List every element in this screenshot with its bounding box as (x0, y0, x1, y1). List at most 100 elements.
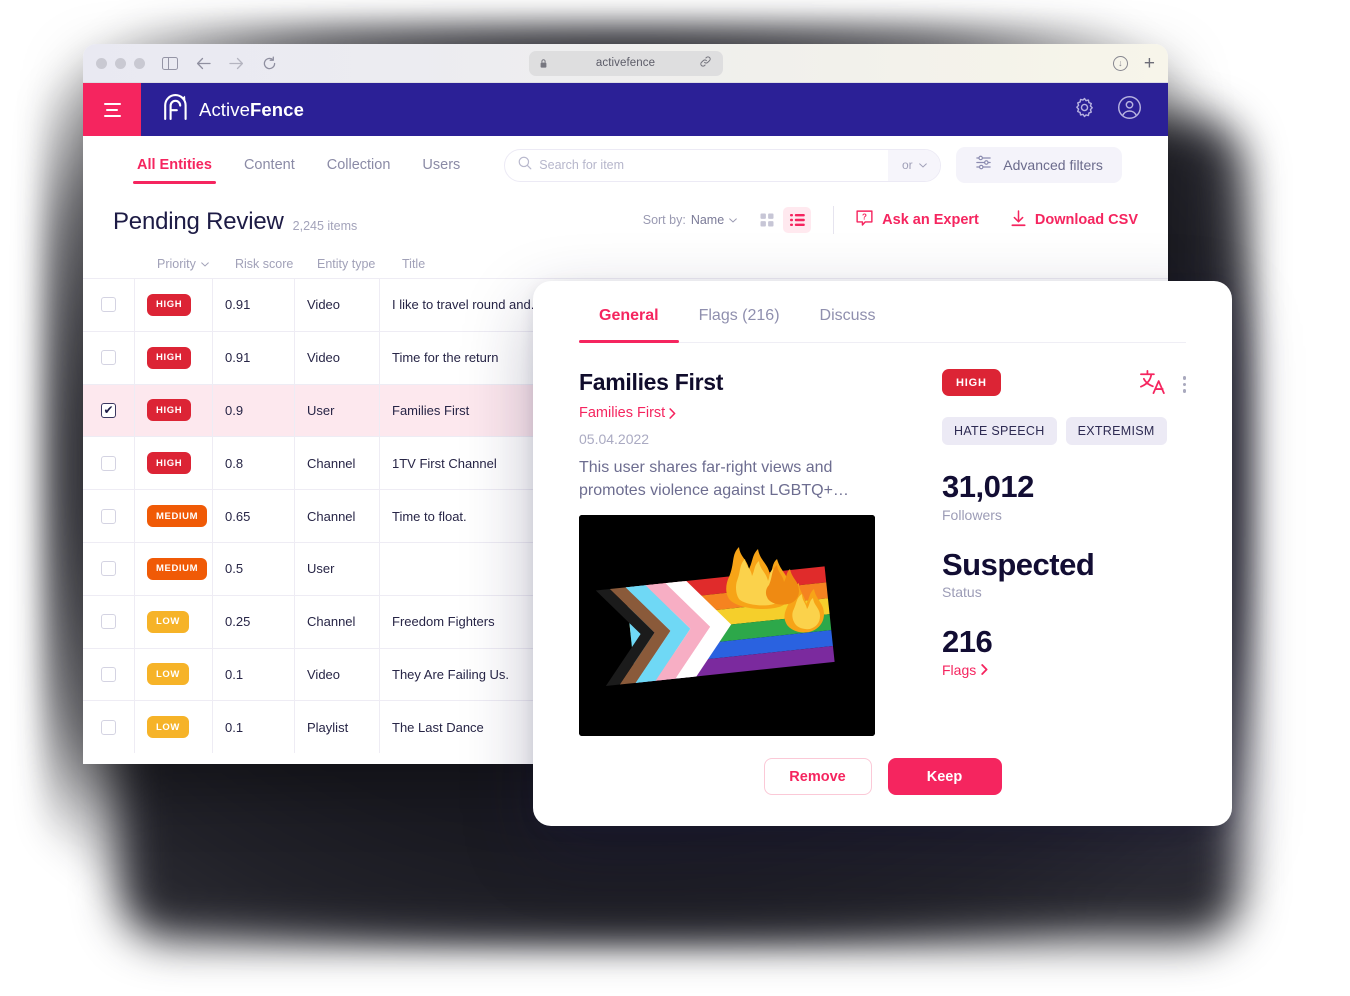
row-priority-cell: HIGH (135, 331, 213, 384)
detail-body: Families First Families First 05.04.2022… (579, 343, 1186, 737)
tab-all-entities[interactable]: All Entities (121, 143, 228, 188)
detail-tab-discuss[interactable]: Discuss (800, 307, 896, 342)
row-checkbox[interactable] (101, 719, 116, 735)
risk-score-value: 0.91 (225, 350, 251, 366)
row-priority-cell: HIGH (135, 384, 213, 437)
download-csv-button[interactable]: Download CSV (1011, 209, 1138, 231)
filter-sliders-icon (975, 154, 992, 176)
row-risk-score-cell: 0.1 (213, 648, 295, 701)
page-title: Pending Review (113, 208, 284, 235)
page-header: Pending Review 2,245 items Sort by: Name (83, 194, 1168, 236)
search-operator-dropdown[interactable]: or (888, 149, 941, 181)
gear-icon[interactable] (1074, 97, 1095, 123)
header-entity-type[interactable]: Entity type (317, 257, 402, 271)
remove-button[interactable]: Remove (763, 758, 872, 795)
violation-categories: HATE SPEECH EXTREMISM (942, 417, 1186, 445)
row-select-cell (83, 437, 135, 490)
row-checkbox[interactable] (101, 455, 116, 471)
row-checkbox[interactable] (101, 561, 116, 577)
row-risk-score-cell: 0.25 (213, 595, 295, 648)
stat-followers: 31,012 Followers (942, 469, 1186, 522)
ask-an-expert-button[interactable]: ? Ask an Expert (856, 209, 979, 231)
header-priority[interactable]: Priority (157, 257, 235, 271)
app-header: ActiveFence (83, 83, 1168, 136)
list-view-icon[interactable] (783, 207, 812, 233)
tab-users[interactable]: Users (406, 143, 476, 188)
row-checkbox[interactable] (101, 508, 116, 524)
download-icon[interactable]: ↓ (1112, 55, 1128, 71)
row-priority-cell: HIGH (135, 437, 213, 490)
row-checkbox[interactable] (101, 297, 116, 313)
row-priority-cell: LOW (135, 595, 213, 648)
tab-content[interactable]: Content (228, 143, 311, 188)
entity-tabs: All Entities Content Collection Users (121, 143, 476, 188)
share-link-icon[interactable] (699, 56, 711, 70)
brand-name: ActiveFence (199, 98, 304, 120)
search-bar[interactable]: or (504, 148, 942, 182)
download-arrow-icon (1011, 209, 1026, 231)
caret-down-icon (729, 217, 737, 223)
keep-button[interactable]: Keep (887, 758, 1002, 795)
risk-score-value: 0.9 (225, 402, 244, 418)
grid-view-icon[interactable] (753, 207, 781, 233)
translate-icon[interactable] (1139, 369, 1167, 400)
close-window-dot[interactable] (96, 57, 107, 69)
risk-score-value: 0.65 (225, 508, 251, 524)
row-title-value: They Are Failing Us. (392, 666, 510, 682)
back-icon[interactable] (194, 54, 212, 72)
ask-an-expert-label: Ask an Expert (882, 212, 979, 228)
category-extremism[interactable]: EXTREMISM (1065, 417, 1167, 445)
kebab-menu-icon[interactable] (1182, 376, 1186, 393)
user-avatar-icon[interactable] (1117, 95, 1142, 125)
detail-tab-general[interactable]: General (579, 307, 679, 343)
row-checkbox[interactable] (101, 350, 116, 366)
chevron-right-icon (981, 664, 988, 676)
row-title-value: The Last Dance (392, 719, 484, 735)
stat-followers-value: 31,012 (942, 469, 1034, 504)
row-checkbox[interactable] (101, 402, 116, 418)
brand[interactable]: ActiveFence (163, 93, 304, 126)
row-title-value: Families First (392, 402, 470, 418)
address-bar[interactable]: activefence (528, 50, 723, 76)
entity-source-link-label: Families First (579, 405, 666, 421)
window-controls[interactable] (96, 57, 145, 69)
row-checkbox[interactable] (101, 666, 116, 682)
row-priority-cell: LOW (135, 701, 213, 754)
chevron-right-icon (669, 407, 676, 419)
search-icon (518, 156, 532, 175)
sidebar-toggle-icon[interactable] (161, 54, 179, 72)
advanced-filters-button[interactable]: Advanced filters (956, 147, 1122, 183)
plus-icon[interactable]: + (1144, 54, 1155, 73)
risk-score-value: 0.8 (225, 455, 244, 471)
row-checkbox[interactable] (101, 614, 116, 630)
detail-tab-flags[interactable]: Flags (216) (679, 307, 800, 342)
stat-status-label: Status (942, 584, 982, 601)
entity-title: Families First (579, 369, 724, 395)
category-hate-speech[interactable]: HATE SPEECH (942, 417, 1057, 445)
forward-icon[interactable] (227, 54, 245, 72)
advanced-filters-label: Advanced filters (1003, 157, 1103, 173)
question-bubble-icon: ? (856, 209, 873, 231)
row-risk-score-cell: 0.65 (213, 490, 295, 542)
stat-flags-link[interactable]: Flags (942, 662, 1186, 678)
minimize-window-dot[interactable] (115, 57, 126, 69)
detail-main-column: Families First Families First 05.04.2022… (579, 369, 879, 737)
detail-actions: Remove Keep (533, 758, 1232, 795)
row-priority-cell: MEDIUM (135, 490, 213, 542)
header-title[interactable]: Title (402, 257, 602, 271)
activefence-logo-icon (163, 93, 188, 126)
row-title-value: Time to float. (392, 508, 467, 524)
priority-badge: LOW (147, 663, 189, 686)
search-input[interactable] (532, 158, 889, 172)
hamburger-menu-icon[interactable] (83, 83, 141, 136)
reload-icon[interactable] (260, 54, 278, 72)
header-divider (833, 206, 835, 234)
entity-type-value: Video (307, 297, 341, 313)
sort-by-control[interactable]: Sort by: Name (643, 213, 737, 227)
header-risk-score[interactable]: Risk score (235, 257, 317, 271)
tab-collection[interactable]: Collection (311, 143, 407, 188)
row-select-cell (83, 331, 135, 384)
maximize-window-dot[interactable] (134, 57, 145, 69)
detail-priority-badge: HIGH (942, 369, 1001, 396)
entity-source-link[interactable]: Families First (579, 405, 879, 421)
